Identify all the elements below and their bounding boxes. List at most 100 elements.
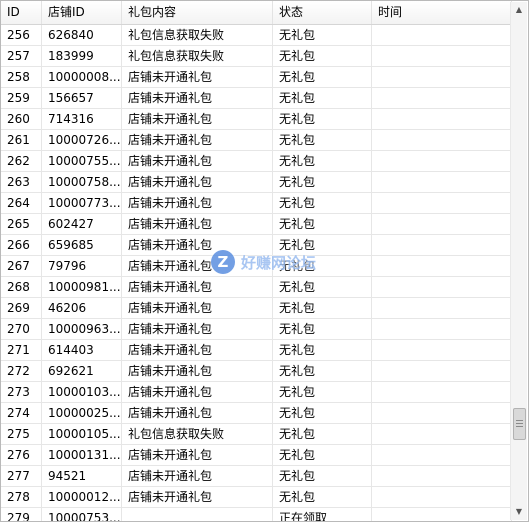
time-cell [372, 340, 512, 360]
table-row[interactable]: 279 10000753... 正在领取 [1, 508, 512, 521]
row-id-cell: 276 [1, 445, 42, 465]
time-cell [372, 487, 512, 507]
table-row[interactable]: 278 10000012... 店铺未开通礼包 无礼包 [1, 487, 512, 508]
shop-gift-table: ID 店铺ID 礼包内容 状态 时间 256 626840 礼包信息获取失败 无礼包 2… [0, 0, 529, 522]
status-cell: 无礼包 [273, 151, 372, 171]
time-cell [372, 193, 512, 213]
table-row[interactable]: 266 659685 店铺未开通礼包 无礼包 [1, 235, 512, 256]
column-header-shop-id[interactable]: 店铺ID [42, 1, 122, 24]
gift-content-cell: 店铺未开通礼包 [122, 445, 273, 465]
row-id-cell: 262 [1, 151, 42, 171]
status-cell: 无礼包 [273, 382, 372, 402]
row-id-cell: 277 [1, 466, 42, 486]
shop-id-cell: 156657 [42, 88, 122, 108]
table-row[interactable]: 263 10000758... 店铺未开通礼包 无礼包 [1, 172, 512, 193]
time-cell [372, 403, 512, 423]
shop-id-cell: 183999 [42, 46, 122, 66]
table-row[interactable]: 259 156657 店铺未开通礼包 无礼包 [1, 88, 512, 109]
status-cell: 无礼包 [273, 214, 372, 234]
time-cell [372, 298, 512, 318]
time-cell [372, 88, 512, 108]
table-row[interactable]: 272 692621 店铺未开通礼包 无礼包 [1, 361, 512, 382]
column-header-status[interactable]: 状态 [273, 1, 372, 24]
status-cell: 无礼包 [273, 109, 372, 129]
shop-id-cell: 10000758... [42, 172, 122, 192]
gift-content-cell: 店铺未开通礼包 [122, 67, 273, 87]
time-cell [372, 424, 512, 444]
table-row[interactable]: 261 10000726... 店铺未开通礼包 无礼包 [1, 130, 512, 151]
table-row[interactable]: 274 10000025... 店铺未开通礼包 无礼包 [1, 403, 512, 424]
row-id-cell: 265 [1, 214, 42, 234]
table-row[interactable]: 258 10000008... 店铺未开通礼包 无礼包 [1, 67, 512, 88]
gift-content-cell: 店铺未开通礼包 [122, 130, 273, 150]
shop-id-cell: 10000025... [42, 403, 122, 423]
status-cell: 无礼包 [273, 466, 372, 486]
table-row[interactable]: 268 10000981... 店铺未开通礼包 无礼包 [1, 277, 512, 298]
gift-content-cell: 店铺未开通礼包 [122, 256, 273, 276]
table-row[interactable]: 256 626840 礼包信息获取失败 无礼包 [1, 25, 512, 46]
status-cell: 无礼包 [273, 172, 372, 192]
row-id-cell: 260 [1, 109, 42, 129]
gift-content-cell: 店铺未开通礼包 [122, 109, 273, 129]
time-cell [372, 277, 512, 297]
table-row[interactable]: 265 602427 店铺未开通礼包 无礼包 [1, 214, 512, 235]
shop-id-cell: 714316 [42, 109, 122, 129]
time-cell [372, 508, 512, 521]
gift-content-cell: 店铺未开通礼包 [122, 151, 273, 171]
gift-content-cell: 店铺未开通礼包 [122, 361, 273, 381]
table-row[interactable]: 264 10000773... 店铺未开通礼包 无礼包 [1, 193, 512, 214]
row-id-cell: 270 [1, 319, 42, 339]
gift-content-cell: 店铺未开通礼包 [122, 193, 273, 213]
scrollbar-thumb[interactable] [513, 408, 526, 440]
table-row[interactable]: 269 46206 店铺未开通礼包 无礼包 [1, 298, 512, 319]
status-cell: 无礼包 [273, 319, 372, 339]
table-header: ID 店铺ID 礼包内容 状态 时间 [1, 1, 512, 25]
status-cell: 无礼包 [273, 130, 372, 150]
shop-id-cell: 10000963... [42, 319, 122, 339]
status-cell: 无礼包 [273, 67, 372, 87]
column-header-gift-content[interactable]: 礼包内容 [122, 1, 273, 24]
gift-content-cell: 店铺未开通礼包 [122, 382, 273, 402]
status-cell: 无礼包 [273, 361, 372, 381]
shop-id-cell: 602427 [42, 214, 122, 234]
table-row[interactable]: 260 714316 店铺未开通礼包 无礼包 [1, 109, 512, 130]
gift-content-cell: 店铺未开通礼包 [122, 319, 273, 339]
table-row[interactable]: 257 183999 礼包信息获取失败 无礼包 [1, 46, 512, 67]
row-id-cell: 268 [1, 277, 42, 297]
column-header-id[interactable]: ID [1, 1, 42, 24]
table-row[interactable]: 275 10000105... 礼包信息获取失败 无礼包 [1, 424, 512, 445]
status-cell: 无礼包 [273, 46, 372, 66]
gift-content-cell: 店铺未开通礼包 [122, 277, 273, 297]
table-row[interactable]: 277 94521 店铺未开通礼包 无礼包 [1, 466, 512, 487]
vertical-scrollbar[interactable]: ▲ ▼ [510, 2, 527, 520]
shop-id-cell: 10000008... [42, 67, 122, 87]
status-cell: 无礼包 [273, 193, 372, 213]
status-cell: 无礼包 [273, 235, 372, 255]
table-row[interactable]: 270 10000963... 店铺未开通礼包 无礼包 [1, 319, 512, 340]
time-cell [372, 46, 512, 66]
time-cell [372, 214, 512, 234]
thumb-grip-line [516, 423, 523, 424]
time-cell [372, 445, 512, 465]
shop-id-cell: 79796 [42, 256, 122, 276]
table-row[interactable]: 271 614403 店铺未开通礼包 无礼包 [1, 340, 512, 361]
time-cell [372, 466, 512, 486]
shop-id-cell: 10000012... [42, 487, 122, 507]
table-row[interactable]: 276 10000131... 店铺未开通礼包 无礼包 [1, 445, 512, 466]
time-cell [372, 256, 512, 276]
row-id-cell: 257 [1, 46, 42, 66]
gift-content-cell: 礼包信息获取失败 [122, 424, 273, 444]
shop-id-cell: 614403 [42, 340, 122, 360]
column-header-time[interactable]: 时间 [372, 1, 512, 24]
row-id-cell: 258 [1, 67, 42, 87]
time-cell [372, 109, 512, 129]
shop-id-cell: 10000755... [42, 151, 122, 171]
shop-id-cell: 10000131... [42, 445, 122, 465]
row-id-cell: 269 [1, 298, 42, 318]
table-row[interactable]: 262 10000755... 店铺未开通礼包 无礼包 [1, 151, 512, 172]
table-row[interactable]: 273 10000103... 店铺未开通礼包 无礼包 [1, 382, 512, 403]
scroll-up-arrow-icon[interactable]: ▲ [511, 2, 527, 18]
row-id-cell: 271 [1, 340, 42, 360]
table-row[interactable]: 267 79796 店铺未开通礼包 无礼包 [1, 256, 512, 277]
scroll-down-arrow-icon[interactable]: ▼ [511, 504, 527, 520]
